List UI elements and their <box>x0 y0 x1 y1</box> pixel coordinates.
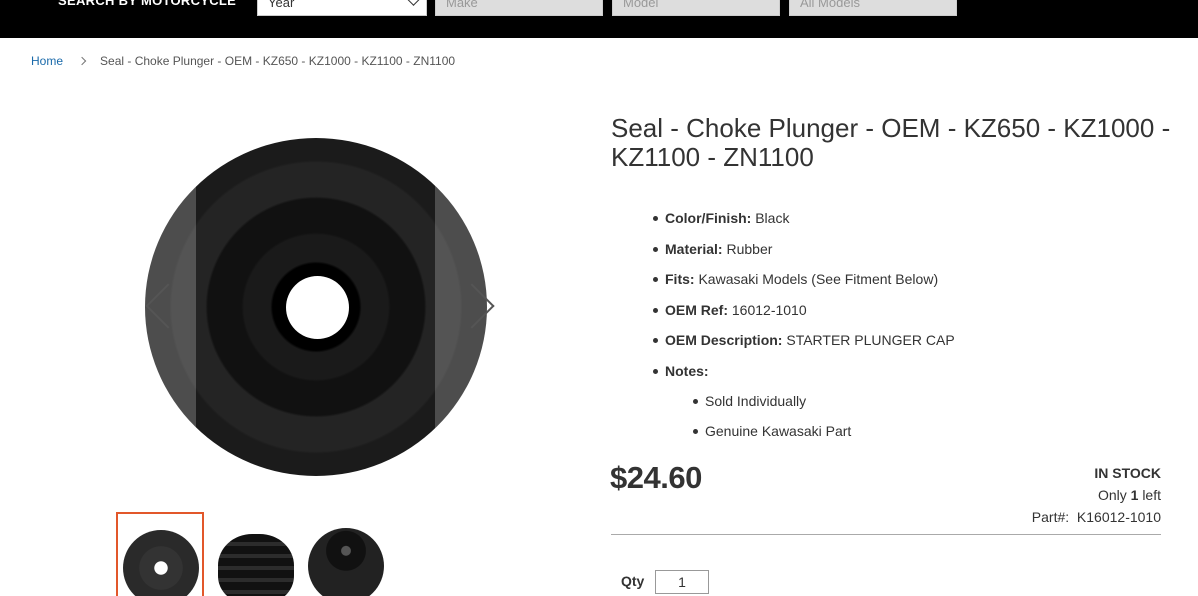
thumbnail-3[interactable] <box>304 512 392 596</box>
thumbnail-2[interactable] <box>210 512 298 596</box>
divider <box>611 534 1161 535</box>
spec-value: STARTER PLUNGER CAP <box>786 332 955 348</box>
spec-value: Rubber <box>726 240 773 257</box>
spec-label: OEM Description: <box>665 332 783 348</box>
spec-value: Black <box>755 210 790 226</box>
part-label: Part#: <box>1031 509 1070 525</box>
all-models-select[interactable]: All Models <box>789 0 957 16</box>
thumbnail-strip <box>116 512 392 596</box>
note-item: Genuine Kawasaki Part <box>688 421 851 451</box>
spec-value: Kawasaki Models (See Fitment Below) <box>698 271 939 287</box>
part-number: K16012-1010 <box>1076 509 1161 525</box>
all-models-select-value: All Models <box>800 0 860 10</box>
year-select[interactable]: Year <box>257 0 427 16</box>
qty-input[interactable] <box>655 570 709 594</box>
product-title: Seal - Choke Plunger - OEM - KZ650 - KZ1… <box>611 113 1171 172</box>
spec-value: 16012-1010 <box>731 301 807 318</box>
make-select-value: Make <box>446 0 478 10</box>
note-item: Sold Individually <box>688 391 851 421</box>
part-number-line: Part#: K16012-1010 <box>1032 506 1161 528</box>
year-select-value: Year <box>268 0 295 10</box>
spec-label: Fits: <box>665 271 695 287</box>
spec-notes: Notes: <box>648 361 955 392</box>
spec-label: Notes: <box>665 362 709 379</box>
chevron-down-icon <box>407 0 420 6</box>
spec-fits: Fits: Kawasaki Models (See Fitment Below… <box>648 269 955 300</box>
stock-count-line: Only 1 left <box>1032 484 1161 506</box>
spec-color: Color/Finish: Black <box>648 208 955 239</box>
product-gallery <box>140 128 520 488</box>
breadcrumb-current: Seal - Choke Plunger - OEM - KZ650 - KZ1… <box>100 54 456 68</box>
spec-label: Color/Finish: <box>665 210 752 226</box>
make-select[interactable]: Make <box>435 0 603 16</box>
thumbnail-1[interactable] <box>116 512 204 596</box>
model-select[interactable]: Model <box>612 0 780 16</box>
stock-left: left <box>1142 487 1161 503</box>
spec-oem-ref: OEM Ref: 16012-1010 <box>648 300 955 331</box>
notes-list: Sold Individually Genuine Kawasaki Part <box>688 391 851 451</box>
search-by-motorcycle-bar: SEARCH BY MOTORCYCLE Year Make Model All… <box>0 0 1198 38</box>
thumbnail-image <box>308 528 384 596</box>
spec-label: Material: <box>665 240 723 257</box>
spec-material: Material: Rubber <box>648 239 955 270</box>
model-select-value: Model <box>623 0 659 10</box>
spec-oem-description: OEM Description: STARTER PLUNGER CAP <box>648 330 955 361</box>
chevron-right-icon <box>77 56 87 66</box>
spec-label: OEM Ref: <box>665 301 728 318</box>
seal-center-hole <box>286 276 349 339</box>
stock-status: IN STOCK <box>1094 465 1161 481</box>
breadcrumb: Home Seal - Choke Plunger - OEM - KZ650 … <box>31 54 455 68</box>
qty-label: Qty <box>621 573 645 589</box>
stock-count: 1 <box>1130 487 1139 503</box>
breadcrumb-home-link[interactable]: Home <box>31 54 63 68</box>
product-price: $24.60 <box>610 460 702 495</box>
search-by-motorcycle-label: SEARCH BY MOTORCYCLE <box>58 0 237 8</box>
thumbnail-image <box>123 530 199 596</box>
stock-only: Only <box>1097 487 1127 503</box>
thumbnail-image <box>218 534 294 596</box>
stock-info: IN STOCK Only 1 left Part#: K16012-1010 <box>1032 462 1161 528</box>
product-spec-list: Color/Finish: Black Material: Rubber Fit… <box>648 208 955 391</box>
